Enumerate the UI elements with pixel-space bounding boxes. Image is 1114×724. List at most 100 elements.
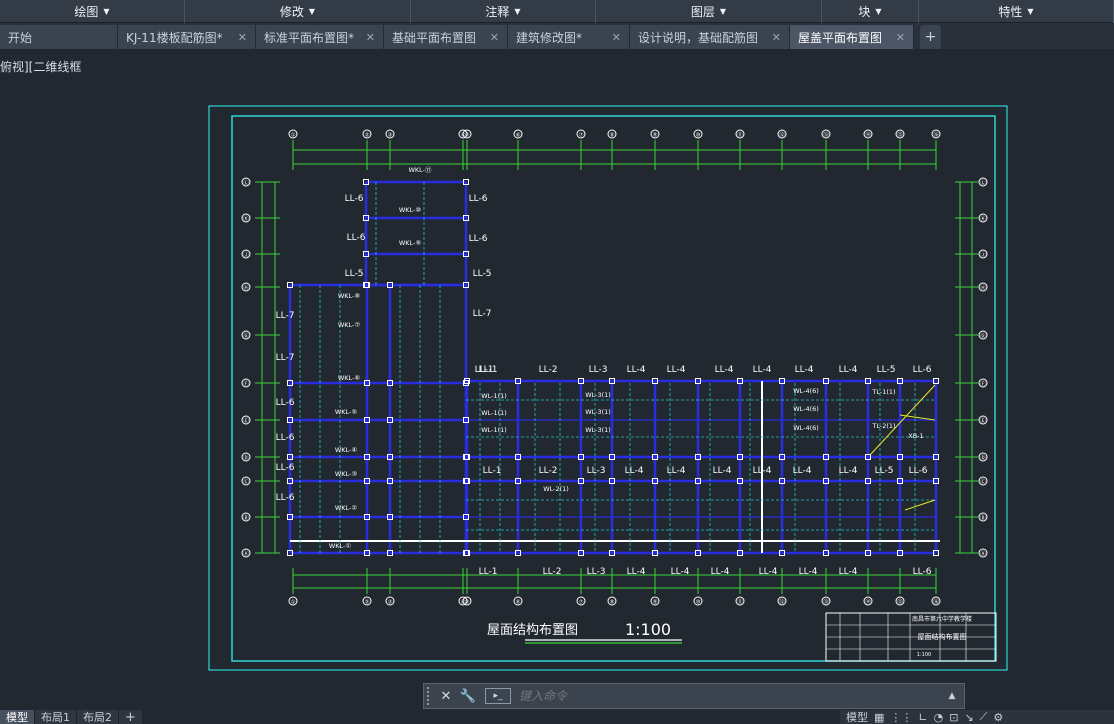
file-tab-1[interactable]: KJ-11楼板配筋图* ✕ (118, 25, 256, 49)
new-layout-button[interactable]: + (119, 710, 143, 724)
file-tab-5[interactable]: 设计说明，基础配筋图 ✕ (630, 25, 790, 49)
lineweight-icon[interactable]: ⟋ (980, 710, 988, 724)
grid-label-left: Ⓓ (243, 454, 249, 462)
close-icon[interactable]: ✕ (896, 31, 905, 44)
beam-label-bottom: LL-3 (587, 567, 606, 577)
grid-label-right: Ⓑ (980, 514, 986, 522)
close-icon[interactable]: ✕ (366, 31, 375, 44)
close-icon[interactable]: ✕ (437, 687, 455, 705)
beam-label-top: LL-4 (667, 365, 686, 375)
grid-label-right: Ⓛ (980, 179, 986, 187)
drawing-canvas[interactable]: ①①②②③③④④⑤⑤⑥⑥⑦⑦⑧⑧⑨⑨⑩⑩⑪⑪⑫⑫⑬⑬⑭⑭⑮⑮⑯⑯Ⓛ ⓁⓀ ⓀⒿ ⒿⒽ Ⓗ… (0, 49, 1114, 682)
file-tab-label: 建筑修改图* (516, 30, 583, 45)
wl-label: WL-3(1) (585, 408, 611, 416)
wl-label: WL-3(1) (585, 426, 611, 434)
chevron-down-icon: ▼ (719, 7, 727, 16)
command-line[interactable]: ✕ 🔧 ▸_ ▲ (423, 683, 965, 709)
grid-label-right: Ⓖ (980, 332, 986, 340)
ortho-icon[interactable]: ∟ (918, 711, 927, 724)
grid-label-left: Ⓒ (243, 478, 249, 486)
beam-label-wing: LL-6 (469, 194, 488, 204)
close-icon[interactable]: ✕ (772, 31, 781, 44)
snap-icon[interactable]: ⋮⋮ (890, 711, 912, 724)
file-tab-0[interactable]: 开始 (0, 25, 118, 49)
ribbon-panel-3[interactable]: 图层 ▼ (596, 0, 822, 23)
title-block-project: 南昌市第六中学教学楼 (912, 615, 972, 623)
ribbon-panel-4[interactable]: 块 ▼ (822, 0, 919, 23)
polar-icon[interactable]: ◔ (934, 711, 944, 724)
wkl-label: WKL-⑧ (338, 292, 361, 300)
close-icon[interactable]: ✕ (612, 31, 621, 44)
file-tab-label: 屋盖平面布置图 (798, 30, 883, 45)
grid-label-top: ⑧ (610, 133, 615, 139)
grid-label-top: ① (291, 133, 296, 139)
beam-label-mid: LL-6 (909, 466, 928, 476)
command-line-grip[interactable] (427, 687, 433, 705)
wrench-icon[interactable]: 🔧 (459, 687, 477, 705)
beam-label-mid: LL-4 (793, 466, 812, 476)
file-tab-3[interactable]: 基础平面布置图 ✕ (384, 25, 508, 49)
grid-label-bottom: ① (291, 600, 296, 606)
beam-label-bottom: LL-4 (799, 567, 818, 577)
wkl-label: WKL-⑪ (408, 166, 432, 174)
chevron-down-icon: ▼ (308, 7, 316, 16)
ribbon-panel-5[interactable]: 特性 ▼ (919, 0, 1114, 23)
wl-label: WL-3(1) (585, 391, 611, 399)
ribbon-panel-2[interactable]: 注释 ▼ (411, 0, 596, 23)
file-tab-label: KJ-11楼板配筋图* (126, 30, 223, 45)
wl-label: WL-4(6) (793, 424, 819, 432)
file-tab-6[interactable]: 屋盖平面布置图 ✕ (790, 25, 914, 49)
file-tab-4[interactable]: 建筑修改图* ✕ (508, 25, 630, 49)
grid-label-bottom: ⑧ (610, 600, 615, 606)
drawing-viewport[interactable]: 俯视][二维线框 ①①②②③③④④⑤⑤⑥⑥⑦⑦⑧⑧⑨⑨⑩⑩⑪⑪⑫⑫⑬⑬⑭⑭⑮⑮⑯… (0, 49, 1114, 682)
beam-label-wing: LL-7 (473, 309, 492, 319)
layout-tab-0[interactable]: 模型 (0, 710, 35, 724)
wkl-label: WKL-⑨ (399, 239, 422, 247)
grid-label-top: ② (365, 132, 370, 139)
model-space-toggle[interactable]: 模型 (846, 709, 868, 724)
grid-label-top: ⑦ (579, 132, 584, 139)
wkl-label: WKL-⑦ (338, 321, 361, 329)
command-input[interactable] (519, 689, 944, 703)
ribbon-panel-label: 注释 (485, 5, 510, 19)
command-prompt-icon[interactable]: ▸_ (485, 688, 511, 704)
beam-label-bottom: LL-4 (671, 567, 690, 577)
beam-label-left: LL-6 (347, 233, 366, 243)
beam-label-top: LL-4 (839, 365, 858, 375)
stair-line (904, 499, 936, 511)
ribbon-panel-1[interactable]: 修改 ▼ (185, 0, 411, 23)
close-icon[interactable]: ✕ (238, 31, 247, 44)
beam-label-top: LL-3 (589, 365, 608, 375)
wl-label: WL-4(6) (793, 387, 819, 395)
wkl-label: WKL-③ (335, 470, 358, 478)
grid-icon[interactable]: ▦ (874, 711, 884, 724)
ribbon-panel-label: 绘图 (74, 5, 99, 19)
grid-label-right: Ⓔ (980, 417, 986, 425)
beam-label-left: LL-5 (345, 269, 364, 279)
grid-label-bottom: ⑯ (933, 598, 939, 606)
grid-label-top: ⑫ (779, 131, 785, 139)
grid-label-top: ③ (388, 133, 393, 139)
beam-label-bottom: LL-6 (913, 567, 932, 577)
drawing-scale: 1:100 (625, 620, 671, 639)
wl-label: TL-1(1) (871, 388, 895, 396)
grid-label-top: ⑨ (653, 132, 658, 139)
new-tab-button[interactable]: + (920, 25, 942, 49)
beam-label-mid: LL-4 (713, 466, 732, 476)
file-tab-2[interactable]: 标准平面布置图* ✕ (256, 25, 384, 49)
grid-label-right: Ⓓ (980, 454, 986, 462)
ribbon-panel-label: 修改 (279, 5, 304, 19)
grid-label-left: Ⓕ (243, 380, 249, 388)
otrack-icon[interactable]: ↘ (964, 711, 973, 724)
grid-label-bottom: ⑩ (696, 599, 701, 606)
beam-label-top: LL-4 (753, 365, 772, 375)
osnap-icon[interactable]: ⊡ (949, 711, 958, 724)
chevron-up-icon[interactable]: ▲ (944, 691, 960, 701)
grid-label-left: Ⓖ (243, 332, 249, 340)
close-icon[interactable]: ✕ (490, 31, 499, 44)
beam-label-wing: LL-1 (475, 365, 494, 375)
layout-tab-1[interactable]: 布局1 (35, 710, 77, 724)
layout-tab-2[interactable]: 布局2 (77, 710, 119, 724)
ribbon-panel-0[interactable]: 绘图 ▼ (0, 0, 185, 23)
workspace-icon[interactable]: ⚙ (993, 711, 1003, 724)
